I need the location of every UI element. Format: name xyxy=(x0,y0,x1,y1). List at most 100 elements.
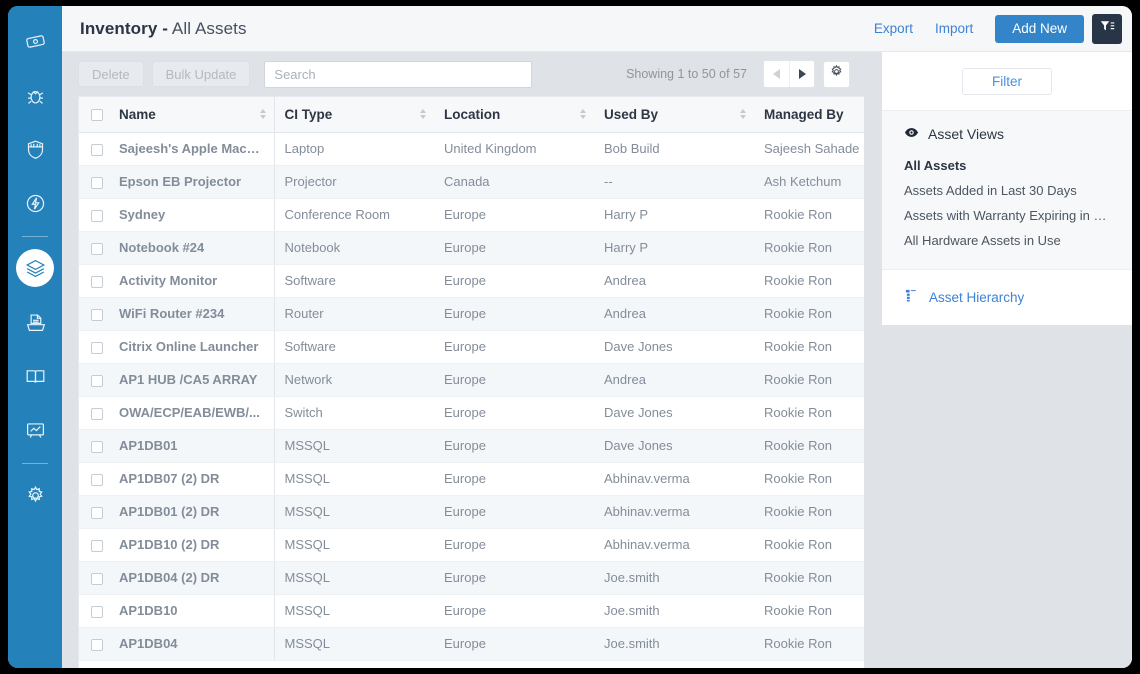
sidebar-item-reports[interactable] xyxy=(16,411,54,449)
row-checkbox[interactable] xyxy=(91,209,103,222)
table-row[interactable]: AP1DB10 MSSQL Europe Joe.smith Rookie Ron xyxy=(79,594,864,628)
sidebar-item-assets[interactable] xyxy=(16,249,54,287)
page-title: Inventory - All Assets xyxy=(80,19,247,39)
table-row[interactable]: AP1DB01 MSSQL Europe Dave Jones Rookie Ron xyxy=(79,429,864,463)
filter-toggle-button[interactable] xyxy=(1092,13,1122,44)
asset-view-item[interactable]: All Hardware Assets in Use xyxy=(882,228,1132,253)
table-row[interactable]: Sydney Conference Room Europe Harry P Rookie… xyxy=(79,198,864,232)
filter-button[interactable]: Filter xyxy=(962,67,1052,95)
asset-hierarchy-link[interactable]: Asset Hierarchy xyxy=(882,269,1132,325)
search-input[interactable] xyxy=(264,60,533,88)
asset-table-section: Delete Bulk Update Showing 1 to 50 of 57 xyxy=(62,52,864,668)
triangle-left-icon xyxy=(773,69,780,79)
row-select-cell xyxy=(79,231,109,265)
cell-managed-by: Rookie Ron xyxy=(754,330,864,364)
cell-managed-by: Rookie Ron xyxy=(754,297,864,331)
row-checkbox[interactable] xyxy=(91,407,103,420)
table-row[interactable]: Sajeesh's Apple MacB... Laptop United King… xyxy=(79,132,864,166)
row-checkbox[interactable] xyxy=(91,143,103,156)
export-button[interactable]: Export xyxy=(874,21,913,36)
add-new-button[interactable]: Add New xyxy=(995,14,1084,43)
row-checkbox[interactable] xyxy=(91,572,103,585)
row-checkbox[interactable] xyxy=(91,374,103,387)
sidebar-item-changes[interactable] xyxy=(16,130,54,168)
row-checkbox[interactable] xyxy=(91,275,103,288)
import-button[interactable]: Import xyxy=(935,21,973,36)
cell-managed-by: Rookie Ron xyxy=(754,495,864,529)
table-row[interactable]: Notebook #24 Notebook Europe Harry P Rookie … xyxy=(79,231,864,265)
table-row[interactable]: AP1 HUB /CA5 ARRAY Network Europe Andrea Roo… xyxy=(79,363,864,397)
table-row[interactable]: AP1DB04 MSSQL Europe Joe.smith Rookie Ron xyxy=(79,627,864,661)
sort-indicator[interactable] xyxy=(259,109,266,120)
cell-used-by: Bob Build xyxy=(594,132,754,166)
cell-managed-by: Rookie Ron xyxy=(754,363,864,397)
page-title-view: All Assets xyxy=(171,18,247,38)
row-select-cell xyxy=(79,495,109,529)
gear-icon xyxy=(25,485,46,506)
cell-name: Activity Monitor xyxy=(109,264,275,298)
row-checkbox[interactable] xyxy=(91,638,103,651)
sidebar-item-knowledge[interactable] xyxy=(16,357,54,395)
table-row[interactable]: AP1DB10 (2) DR MSSQL Europe Abhinav.verma Ro… xyxy=(79,528,864,562)
table-row[interactable]: OWA/ECP/EAB/EWB/... Switch Europe Dave Jone… xyxy=(79,396,864,430)
table-row[interactable]: AP1DB04 (2) DR MSSQL Europe Joe.smith Rookie… xyxy=(79,561,864,595)
row-checkbox[interactable] xyxy=(91,341,103,354)
table-row[interactable]: WiFi Router #234 Router Europe Andrea Rookie… xyxy=(79,297,864,331)
column-header-used-by[interactable]: Used By xyxy=(594,97,754,133)
asset-view-item[interactable]: Assets Added in Last 30 Days xyxy=(882,178,1132,203)
cell-name: OWA/ECP/EAB/EWB/... xyxy=(109,396,275,430)
cell-name: AP1DB10 (2) DR xyxy=(109,528,275,562)
table-row[interactable]: AP1DB01 (2) DR MSSQL Europe Abhinav.verma Ro… xyxy=(79,495,864,529)
table-row[interactable]: AP1DB07 (2) DR MSSQL Europe Abhinav.verma Ro… xyxy=(79,462,864,496)
cell-managed-by: Rookie Ron xyxy=(754,528,864,562)
sidebar-item-tickets[interactable] xyxy=(16,22,54,60)
column-label: Name xyxy=(119,106,156,122)
row-checkbox[interactable] xyxy=(91,605,103,618)
select-all-checkbox[interactable] xyxy=(91,109,103,122)
sort-indicator[interactable] xyxy=(420,109,426,120)
table-row[interactable]: Citrix Online Launcher Software Europe Dave… xyxy=(79,330,864,364)
column-header-managed-by[interactable]: Managed By xyxy=(754,97,864,133)
cell-location: Europe xyxy=(434,297,594,331)
cell-managed-by: Rookie Ron xyxy=(754,231,864,265)
cell-ci-type: Laptop xyxy=(274,132,434,166)
cell-managed-by: Rookie Ron xyxy=(754,627,864,661)
asset-view-item[interactable]: All Assets xyxy=(882,153,1132,178)
cell-name: Citrix Online Launcher xyxy=(109,330,275,364)
row-checkbox[interactable] xyxy=(91,473,103,486)
cell-managed-by: Rookie Ron xyxy=(754,462,864,496)
eye-icon xyxy=(904,125,919,143)
row-checkbox[interactable] xyxy=(91,242,103,255)
cell-ci-type: MSSQL xyxy=(274,495,434,529)
row-checkbox[interactable] xyxy=(91,308,103,321)
tree-hierarchy-icon xyxy=(904,288,919,308)
next-page-button[interactable] xyxy=(789,61,814,87)
sidebar-item-purchase[interactable] xyxy=(16,303,54,341)
sidebar-item-admin[interactable] xyxy=(16,476,54,514)
row-checkbox[interactable] xyxy=(91,506,103,519)
sort-indicator[interactable] xyxy=(740,109,746,120)
table-row[interactable]: Activity Monitor Software Europe Andrea Rook… xyxy=(79,264,864,298)
sidebar-item-releases[interactable] xyxy=(16,184,54,222)
column-header-name[interactable]: Name xyxy=(109,97,275,133)
row-checkbox[interactable] xyxy=(91,440,103,453)
bulk-update-button[interactable]: Bulk Update xyxy=(151,61,251,87)
sidebar-item-problems[interactable] xyxy=(16,76,54,114)
table-header: Name CI Type Location Used By Managed By xyxy=(79,97,864,133)
cell-name: AP1DB01 xyxy=(109,429,275,463)
table-row[interactable]: Epson EB Projector Projector Canada -- Ash K… xyxy=(79,165,864,199)
delete-button[interactable]: Delete xyxy=(78,61,144,87)
column-label: Location xyxy=(444,106,501,122)
column-header-location[interactable]: Location xyxy=(434,97,594,133)
row-checkbox[interactable] xyxy=(91,539,103,552)
column-header-ci-type[interactable]: CI Type xyxy=(274,97,434,133)
cell-name: AP1DB01 (2) DR xyxy=(109,495,275,529)
asset-view-item[interactable]: Assets with Warranty Expiring in next ..… xyxy=(882,203,1132,228)
table-settings-button[interactable] xyxy=(823,60,850,88)
cell-used-by: Joe.smith xyxy=(594,627,754,661)
row-checkbox[interactable] xyxy=(91,176,103,189)
bolt-icon xyxy=(25,193,46,214)
prev-page-button[interactable] xyxy=(764,61,789,87)
bug-icon xyxy=(25,85,46,106)
sort-indicator[interactable] xyxy=(580,109,586,120)
